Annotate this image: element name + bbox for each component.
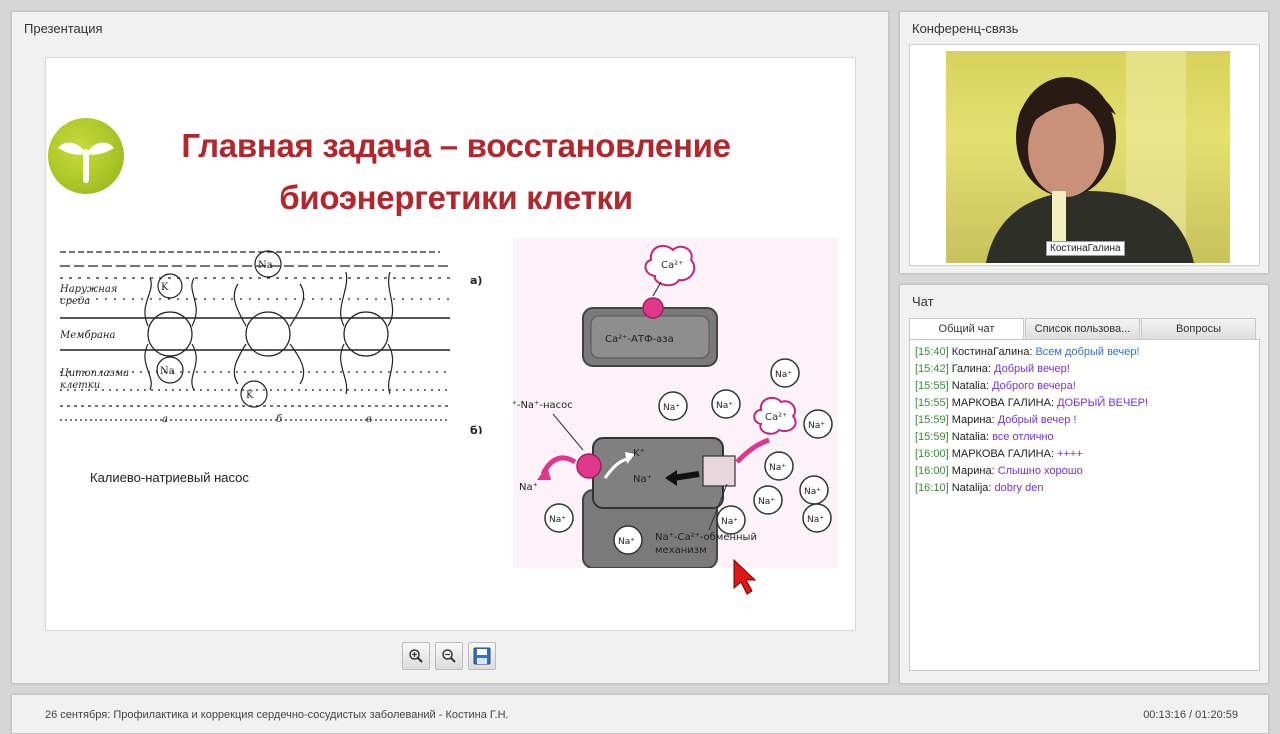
- slide-title: Главная задача – восстановление биоэнерг…: [146, 120, 766, 224]
- pump-label: K⁺-Na⁺-насос: [513, 400, 573, 411]
- label-membrane: Мембрана: [60, 330, 116, 341]
- chat-messages: [15:40] КостинаГалина: Всем добрый вечер…: [909, 339, 1260, 671]
- tab-questions[interactable]: Вопросы: [1141, 318, 1256, 339]
- na-ion-out: Na⁺: [519, 482, 538, 493]
- zoom-out-button[interactable]: [435, 642, 463, 670]
- slide-logo: [48, 118, 124, 194]
- slide-title-line1: Главная задача – восстановление: [181, 127, 731, 164]
- membrane-diagram-svg: K Na Na K Наружная среда Мембрана Цитопл…: [59, 250, 483, 437]
- letter-v: в: [366, 414, 372, 425]
- save-icon: [473, 647, 491, 665]
- tab-user-list[interactable]: Список пользова...: [1025, 318, 1140, 339]
- svg-text:Na⁺: Na⁺: [769, 463, 786, 473]
- exchange-label-2: механизм: [655, 545, 707, 556]
- pointer-cursor-icon: [732, 558, 758, 601]
- atpase-label: Ca²⁺-АТФ-аза: [605, 334, 674, 345]
- label-outer: Наружная: [60, 284, 117, 295]
- zoom-out-icon: [442, 649, 456, 663]
- svg-text:Na⁺: Na⁺: [549, 515, 566, 525]
- zoom-in-button[interactable]: [402, 642, 430, 670]
- chat-message: [15:55] МАРКОВА ГАЛИНА: ДОБРЫЙ ВЕЧЕР!: [915, 397, 1149, 409]
- tab-general-chat[interactable]: Общий чат: [909, 318, 1024, 339]
- conference-panel-title: Конференц-связь: [912, 21, 1019, 36]
- svg-text:Na⁺: Na⁺: [618, 537, 635, 547]
- pump-diagram: Ca²⁺ Ca²⁺-АТФ-аза K⁺ Na⁺ Ca²⁺ Na⁺ Na⁺ Na…: [505, 238, 838, 573]
- membrane-diagram: K Na Na K Наружная среда Мембрана Цитопл…: [59, 244, 490, 439]
- webcam-video[interactable]: КостинаГалина: [946, 51, 1230, 263]
- svg-text:Na⁺: Na⁺: [758, 497, 775, 507]
- conference-panel: Конференц-связь КостинаГалина: [899, 11, 1269, 274]
- chat-panel-title: Чат: [912, 294, 934, 309]
- chat-message: [16:00] МАРКОВА ГАЛИНА: ++++: [915, 448, 1083, 460]
- chat-message: [16:00] Марина: Слышно хорошо: [915, 465, 1083, 477]
- label-b: б): [470, 424, 483, 434]
- playback-time: 00:13:16 / 01:20:59: [1143, 709, 1238, 721]
- zoom-in-icon: [409, 649, 423, 663]
- pump-diagram-svg: Ca²⁺ Ca²⁺-АТФ-аза K⁺ Na⁺ Ca²⁺ Na⁺ Na⁺ Na…: [505, 238, 838, 569]
- chat-tabs: Общий чат Список пользова... Вопросы: [909, 318, 1256, 339]
- sprout-icon: [58, 142, 114, 183]
- slide: Главная задача – восстановление биоэнерг…: [45, 57, 856, 631]
- ion-k-label-2: K: [246, 390, 254, 401]
- svg-text:Na⁺: Na⁺: [721, 517, 738, 527]
- label-a: а): [470, 274, 482, 287]
- ca-ion-top: Ca²⁺: [661, 260, 683, 271]
- ion-na-label-2: Na: [160, 366, 175, 377]
- save-button[interactable]: [468, 642, 496, 670]
- chat-message: [15:59] Natalia: все отлично: [915, 431, 1054, 443]
- presenter-image: [986, 51, 1194, 263]
- letter-a: а: [162, 414, 168, 425]
- svg-text:Na⁺: Na⁺: [663, 403, 680, 413]
- label-outer-2: среда: [60, 296, 90, 307]
- presentation-panel-title: Презентация: [24, 21, 103, 36]
- chat-message: [16:10] Natalija: dobry den: [915, 482, 1044, 494]
- bottom-bar: 26 сентября: Профилактика и коррекция се…: [11, 694, 1269, 734]
- chat-panel: Чат Общий чат Список пользова... Вопросы…: [899, 284, 1269, 684]
- letter-b: б: [276, 414, 283, 425]
- svg-text:Na⁺: Na⁺: [716, 401, 733, 411]
- chat-message: [15:59] Марина: Добрый вечер !: [915, 414, 1077, 426]
- session-title: 26 сентября: Профилактика и коррекция се…: [45, 709, 509, 721]
- presentation-toolbar: [402, 642, 496, 670]
- video-frame: КостинаГалина: [909, 44, 1260, 266]
- chat-message: [15:40] КостинаГалина: Всем добрый вечер…: [915, 346, 1140, 358]
- slide-caption: Калиево-натриевый насос: [90, 470, 249, 485]
- ion-k-label: K: [161, 282, 169, 293]
- presentation-panel: Презентация Главная задача – восстановле…: [11, 11, 889, 684]
- chat-message: [15:42] Галина: Добрый вечер!: [915, 363, 1070, 375]
- label-cyto: Цитоплазма: [60, 368, 129, 379]
- na-ion-inner: Na⁺: [633, 474, 652, 485]
- svg-text:Na⁺: Na⁺: [807, 515, 824, 525]
- ca-ion-right: Ca²⁺: [765, 412, 787, 423]
- chat-message: [15:55] Natalia: Доброго вечера!: [915, 380, 1076, 392]
- svg-text:Na⁺: Na⁺: [808, 421, 825, 431]
- exchange-label-1: Na⁺-Ca²⁺-обменный: [655, 532, 757, 543]
- ion-na-label: Na: [258, 260, 273, 271]
- video-name-label: КостинаГалина: [1046, 241, 1125, 256]
- svg-text:Na⁺: Na⁺: [775, 370, 792, 380]
- slide-title-line2: биоэнергетики клетки: [279, 179, 633, 216]
- label-cyto-2: клетки: [60, 380, 100, 391]
- k-ion-label: K⁺: [633, 448, 645, 459]
- svg-text:Na⁺: Na⁺: [804, 487, 821, 497]
